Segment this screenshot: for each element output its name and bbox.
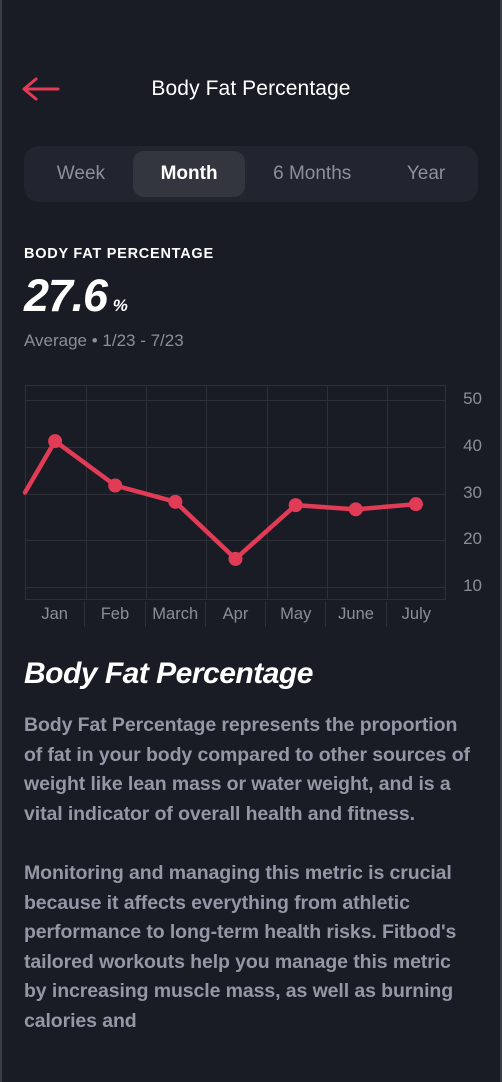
chart-data-point[interactable] [348,502,363,517]
chart-data-point[interactable] [288,498,303,513]
summary-unit: % [112,296,128,315]
timerange-segmented-control[interactable]: Week Month 6 Months Year [24,146,478,202]
chart-section: 50 40 30 20 10 Jan Feb March Apr May June July [2,377,500,627]
chart-series-layer [22,434,423,566]
segment-year[interactable]: Year [379,151,473,197]
chart-line [22,438,419,562]
segment-week[interactable]: Week [29,151,133,197]
chart-data-point[interactable] [48,434,63,449]
article-section: Body Fat Percentage Body Fat Percentage … [2,627,500,1036]
page-title: Body Fat Percentage [151,77,351,100]
article-paragraph: Monitoring and managing this metric is c… [24,862,457,1032]
chart-data-point[interactable] [168,494,183,509]
summary-section: BODY FAT PERCENTAGE 27.6 % Average • 1/2… [2,202,500,351]
article-title: Body Fat Percentage [24,657,313,690]
article-paragraph: Body Fat Percentage represents the propo… [24,714,470,825]
line-chart[interactable]: 50 40 30 20 10 Jan Feb March Apr May June July [22,377,482,627]
summary-value: 27.6 [24,270,108,321]
arrow-left-icon [22,77,60,101]
summary-value-row: 27.6 % [24,273,478,318]
segmented-control-wrapper: Week Month 6 Months Year [2,120,500,202]
chart-data-point[interactable] [228,551,243,566]
summary-metric-label: BODY FAT PERCENTAGE [24,246,214,262]
back-button[interactable] [22,72,64,106]
segment-month[interactable]: Month [132,151,246,197]
navigation-bar: Body Fat Percentage [2,58,500,120]
chart-data-point[interactable] [108,478,123,493]
segment-6-months[interactable]: 6 Months [245,151,379,197]
status-bar [2,0,500,58]
app-screen: Body Fat Percentage Week Month 6 Months … [0,0,502,1082]
chart-data-point[interactable] [408,497,423,512]
summary-subtitle: Average • 1/23 - 7/23 [24,331,184,350]
